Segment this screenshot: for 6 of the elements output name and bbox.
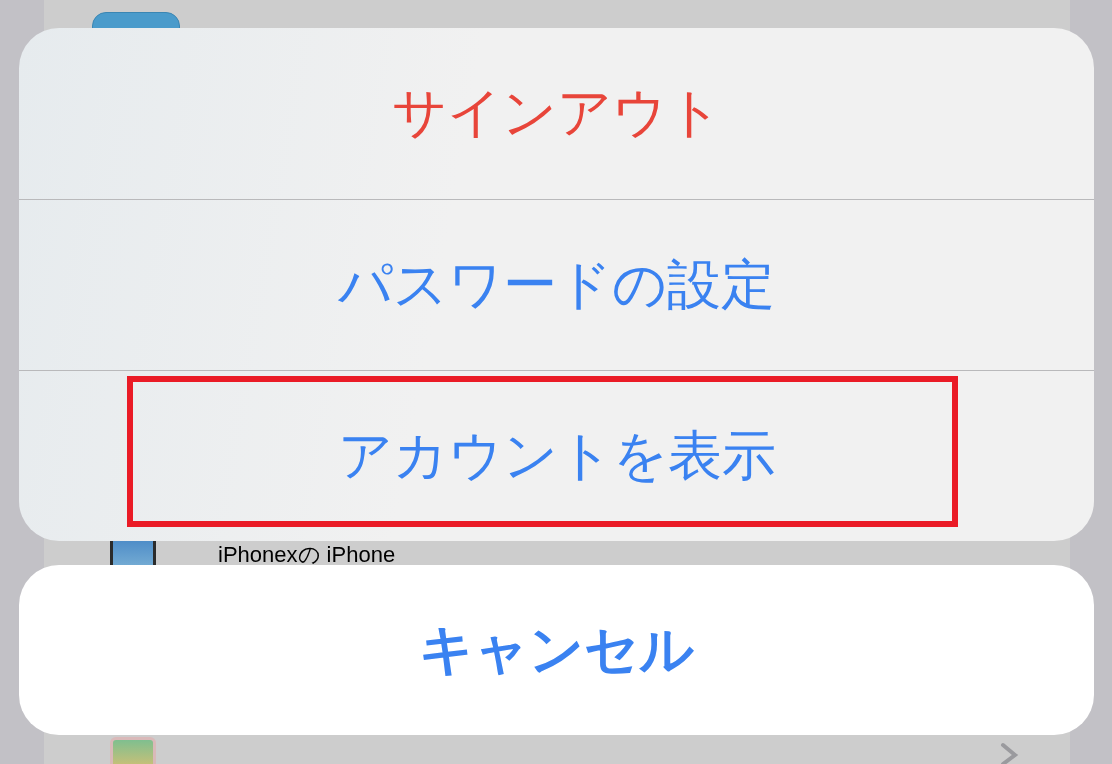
chevron-icon xyxy=(1001,743,1019,764)
device-name: iPhonexの iPhone xyxy=(218,544,396,566)
cancel-button[interactable]: キャンセル xyxy=(19,565,1094,735)
action-button[interactable]: アカウントを表示 xyxy=(19,370,1094,541)
action-button[interactable]: サインアウト xyxy=(19,28,1094,199)
action-button[interactable]: パスワードの設定 xyxy=(19,199,1094,370)
